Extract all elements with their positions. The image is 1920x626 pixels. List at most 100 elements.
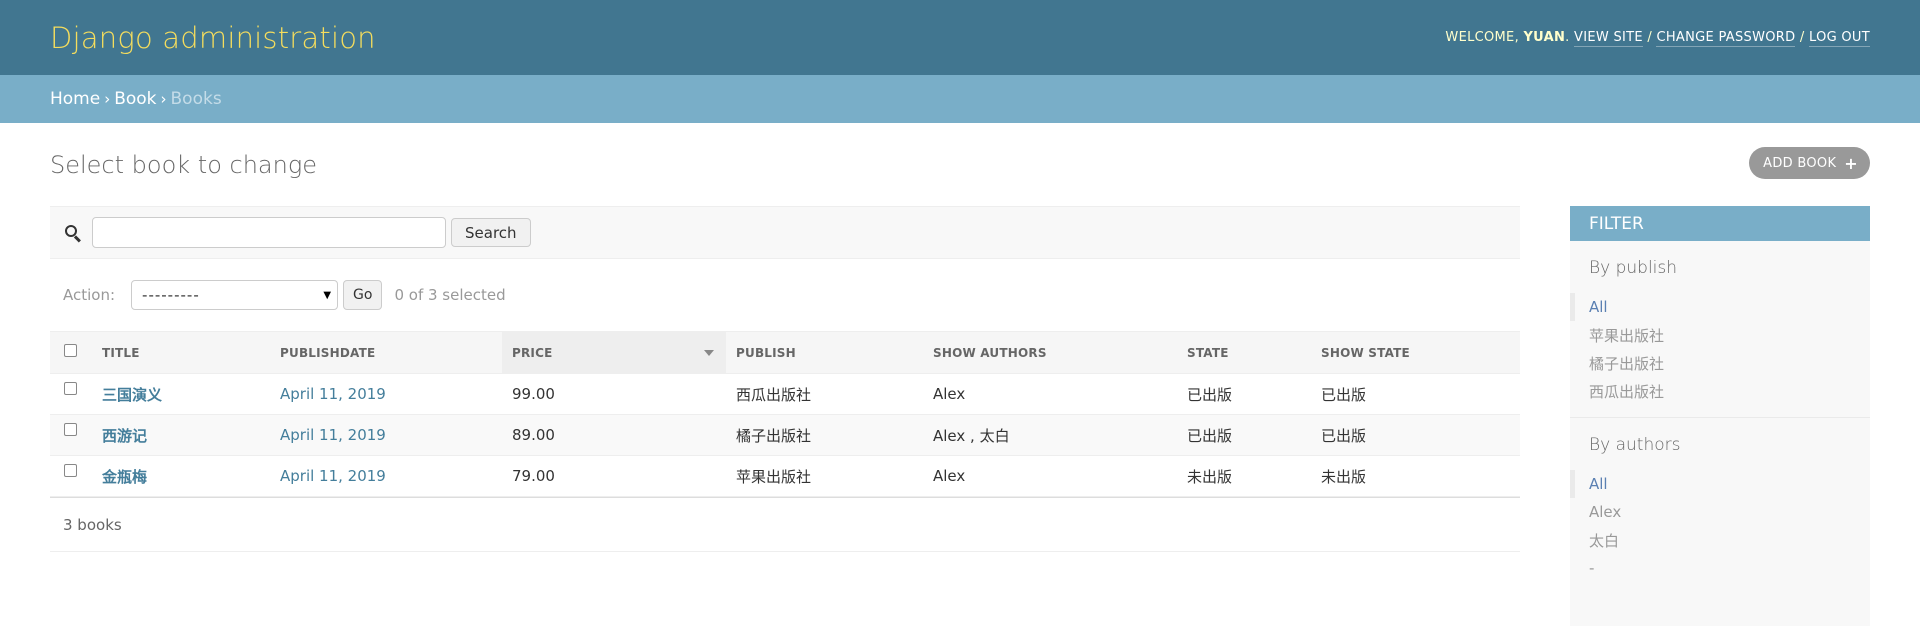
column-header-publish[interactable]: Publish <box>726 331 923 374</box>
filter-authors-option[interactable]: - <box>1589 559 1594 577</box>
filter-list-authors: All Alex 太白 - <box>1570 465 1870 594</box>
price-cell: 79.00 <box>502 455 726 497</box>
row-checkbox[interactable] <box>64 464 77 477</box>
filter-publish-option[interactable]: 橘子出版社 <box>1589 353 1664 374</box>
user-tools: Welcome, yuan. View site / Change passwo… <box>1445 30 1870 47</box>
filter-authors-option[interactable]: Alex <box>1589 503 1621 521</box>
authors-cell: Alex <box>923 373 1177 415</box>
table-row: 三国演义 April 11, 2019 99.00 西瓜出版社 Alex 已出版… <box>50 373 1520 415</box>
results-table: Title Publishdate Price Publish Show aut… <box>50 331 1520 497</box>
publish-cell: 西瓜出版社 <box>726 373 923 415</box>
search-input[interactable] <box>92 217 446 248</box>
selected-count: 0 of 3 selected <box>394 286 506 304</box>
site-title[interactable]: Django administration <box>50 21 376 55</box>
show-state-cell: 已出版 <box>1311 414 1520 456</box>
filter-item: 太白 <box>1570 526 1870 554</box>
separator: / <box>1647 30 1653 45</box>
sort-desc-icon[interactable] <box>704 350 714 356</box>
publishdate-cell: April 11, 2019 <box>270 455 502 497</box>
book-title-link[interactable]: 西游记 <box>102 427 147 445</box>
search-toolbar: Search <box>50 206 1520 259</box>
filter-panel: Filter By publish All 苹果出版社 橘子出版社 西瓜出版社 … <box>1570 206 1870 626</box>
breadcrumb-home[interactable]: Home <box>50 89 100 109</box>
filter-group-title: By authors <box>1589 435 1681 455</box>
column-header-state[interactable]: State <box>1177 331 1311 374</box>
state-cell: 已出版 <box>1177 414 1311 456</box>
result-count: 3 books <box>63 515 122 534</box>
page-title: Select book to change <box>50 151 318 179</box>
state-cell: 未出版 <box>1177 455 1311 497</box>
action-label: Action: <box>63 286 116 304</box>
filter-item: 苹果出版社 <box>1570 321 1870 349</box>
filter-publish-option[interactable]: 苹果出版社 <box>1589 325 1664 346</box>
publishdate-link[interactable]: April 11, 2019 <box>280 426 386 444</box>
authors-cell: Alex <box>923 455 1177 497</box>
branding: Django administration <box>50 21 376 55</box>
row-select-cell <box>50 455 92 497</box>
publish-cell: 橘子出版社 <box>726 414 923 456</box>
filter-authors-option[interactable]: 太白 <box>1589 530 1619 551</box>
title-cell: 金瓶梅 <box>92 455 270 497</box>
actions-bar: Action: --------- ▼ Go 0 of 3 selected <box>50 259 1520 331</box>
username: yuan <box>1523 30 1566 45</box>
log-out-link[interactable]: Log out <box>1808 30 1870 47</box>
go-button[interactable]: Go <box>343 280 383 310</box>
authors-cell: Alex , 太白 <box>923 414 1177 456</box>
select-all-cell <box>50 331 92 374</box>
action-select[interactable]: --------- ▼ <box>131 280 339 310</box>
title-cell: 三国演义 <box>92 373 270 415</box>
filter-authors-all[interactable]: All <box>1589 475 1608 493</box>
row-checkbox[interactable] <box>64 423 77 436</box>
column-header-show-state: Show state <box>1311 331 1520 374</box>
filter-item: 西瓜出版社 <box>1570 377 1870 405</box>
column-header-show-authors: Show authors <box>923 331 1177 374</box>
price-cell: 89.00 <box>502 414 726 456</box>
add-book-button[interactable]: Add book + <box>1749 147 1870 179</box>
filter-title: Filter <box>1570 206 1870 241</box>
title-cell: 西游记 <box>92 414 270 456</box>
caret-down-icon: ▼ <box>323 289 332 301</box>
filter-item: Alex <box>1570 498 1870 526</box>
select-all-checkbox[interactable] <box>64 343 77 357</box>
price-cell: 99.00 <box>502 373 726 415</box>
book-title-link[interactable]: 三国演义 <box>102 386 162 404</box>
publishdate-link[interactable]: April 11, 2019 <box>280 385 386 403</box>
breadcrumb-current: Books <box>170 89 222 109</box>
breadcrumb-app[interactable]: Book <box>114 89 156 109</box>
filter-publish-all[interactable]: All <box>1589 298 1608 316</box>
paginator: 3 books <box>50 497 1520 552</box>
column-header-title[interactable]: Title <box>92 331 270 374</box>
publishdate-cell: April 11, 2019 <box>270 373 502 415</box>
action-selected-option: --------- <box>142 286 200 304</box>
search-icon <box>64 223 84 243</box>
show-state-cell: 未出版 <box>1311 455 1520 497</box>
view-site-link[interactable]: View site <box>1574 30 1643 47</box>
filter-item: 橘子出版社 <box>1570 349 1870 377</box>
show-state-cell: 已出版 <box>1311 373 1520 415</box>
filter-item: All <box>1570 293 1870 321</box>
column-header-price[interactable]: Price <box>502 331 726 374</box>
separator: / <box>1799 30 1805 45</box>
object-tools: Add book + <box>1749 147 1870 179</box>
state-cell: 已出版 <box>1177 373 1311 415</box>
table-row: 金瓶梅 April 11, 2019 79.00 苹果出版社 Alex 未出版 … <box>50 455 1520 497</box>
publishdate-cell: April 11, 2019 <box>270 414 502 456</box>
publishdate-link[interactable]: April 11, 2019 <box>280 467 386 485</box>
change-password-link[interactable]: Change password <box>1656 30 1796 47</box>
row-select-cell <box>50 414 92 456</box>
welcome-text: Welcome, <box>1445 30 1520 45</box>
table-header-row: Title Publishdate Price Publish Show aut… <box>50 331 1520 374</box>
breadcrumb: Home › Book › Books <box>0 75 1920 123</box>
header: Django administration Welcome, yuan. Vie… <box>0 0 1920 75</box>
book-title-link[interactable]: 金瓶梅 <box>102 468 147 486</box>
filter-list-publish: All 苹果出版社 橘子出版社 西瓜出版社 <box>1570 288 1870 418</box>
column-header-publishdate[interactable]: Publishdate <box>270 331 502 374</box>
column-header-price-label: Price <box>512 345 553 360</box>
filter-publish-option[interactable]: 西瓜出版社 <box>1589 381 1664 402</box>
search-button[interactable]: Search <box>451 218 531 247</box>
table-row: 西游记 April 11, 2019 89.00 橘子出版社 Alex , 太白… <box>50 414 1520 456</box>
breadcrumb-arrow: › <box>104 90 111 108</box>
plus-icon: + <box>1844 153 1858 173</box>
row-checkbox[interactable] <box>64 382 77 395</box>
row-select-cell <box>50 373 92 415</box>
